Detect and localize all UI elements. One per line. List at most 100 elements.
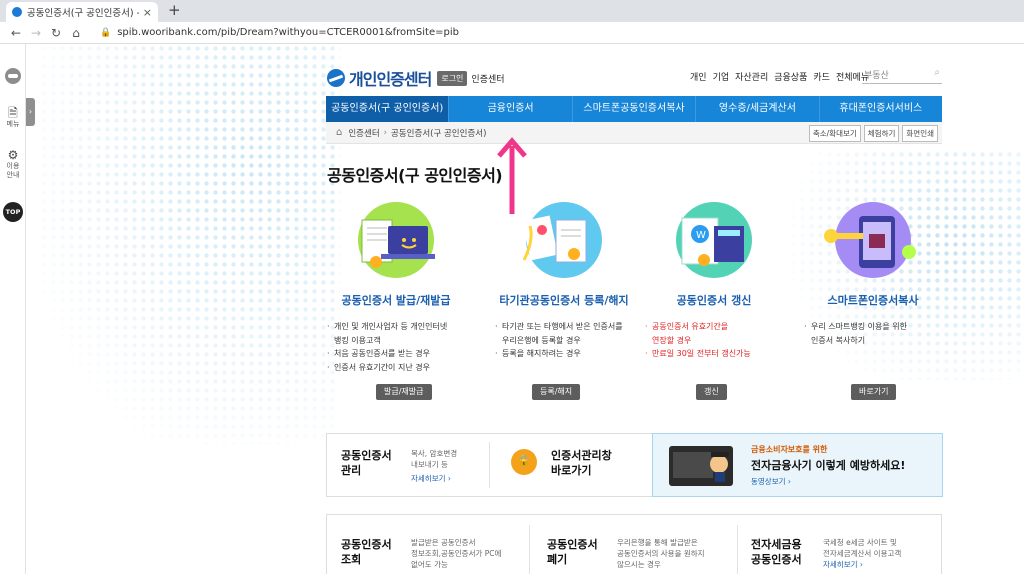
demo-button[interactable]: 체험하기 — [863, 125, 900, 142]
revoke-title-1: 공동인증서 — [547, 538, 598, 551]
lookup-desc-2: 정보조회,공동인증서가 PC에 — [411, 549, 502, 558]
search-placeholder: 부동산 — [864, 71, 889, 81]
certificate-window-link[interactable]: 인증서관리창 바로가기 — [551, 448, 612, 510]
print-button[interactable]: 화면인쇄 — [902, 125, 938, 142]
breadcrumb-root[interactable]: 인증센터 — [348, 127, 379, 139]
certificate-renew-icon: W — [676, 202, 752, 278]
revoke-desc-3: 않으시는 경우 — [617, 560, 661, 569]
menu-joint-certificate[interactable]: 공동인증서(구 공인인증서) — [326, 96, 450, 122]
tax-desc-1: 국세청 e세금 사이트 및 — [823, 538, 897, 547]
service-issue-list: 개인 및 개인사업자 등 개인인터넷 뱅킹 이용고객 처음 공동인증서를 받는 … — [326, 320, 466, 374]
lock-icon[interactable]: 🔒 — [100, 28, 111, 38]
manage-section[interactable]: 공동인증서 관리 — [341, 448, 392, 510]
menu-mobile-certificate[interactable]: 휴대폰인증서서비스 — [820, 96, 942, 122]
divider — [737, 525, 738, 574]
service-issue-title[interactable]: 공동인증서 발급/재발급 — [326, 292, 466, 308]
home-icon[interactable]: ⌂ — [66, 26, 86, 40]
revoke-title-2: 폐기 — [547, 553, 568, 566]
register-button[interactable]: 등록/해지 — [532, 384, 581, 400]
tax-section[interactable]: 전자세금용 공동인증서 — [751, 537, 802, 567]
rail-menu-label: 메뉴 — [6, 120, 20, 128]
manage-title-2: 관리 — [341, 464, 362, 477]
lookup-desc-1: 발급받은 공동인증서 — [411, 538, 476, 547]
revoke-desc-2: 공동인증서의 사용을 원하지 — [617, 549, 705, 558]
breadcrumb-tools: 축소/확대보기 체험하기 화면인쇄 — [808, 125, 938, 142]
lookup-title-1: 공동인증서 — [341, 538, 392, 551]
site-favicon-icon — [12, 7, 22, 17]
svg-text:W: W — [696, 230, 706, 241]
manage-desc-2: 내보내기 등 — [411, 460, 448, 469]
browser-tab[interactable]: 공동인증서(구 공인인증서) - 우 × — [6, 2, 158, 22]
list-item: 연장할 경우 — [652, 335, 692, 345]
issue-button[interactable]: 발급/재발급 — [376, 384, 432, 400]
tab-title: 공동인증서(구 공인인증서) - 우 — [27, 8, 139, 19]
revoke-desc: 우리은행을 통해 발급받은 공동인증서의 사용을 원하지 않으시는 경우 — [617, 537, 705, 570]
more-services-box: 공동인증서 조회 발급받은 공동인증서 정보조회,공동인증서가 PC에 없어도 … — [326, 514, 942, 574]
quick-rail: 🗎 메뉴 ⚙ 이용 안내 TOP — [0, 44, 26, 574]
watch-video-link[interactable]: 동영상보기 › — [751, 476, 905, 487]
lookup-section[interactable]: 공동인증서 조회 — [341, 537, 392, 567]
rail-guide[interactable]: ⚙ 이용 안내 — [0, 148, 26, 180]
manage-detail-link[interactable]: 자세히보기 › — [411, 473, 457, 484]
address-bar: ← → ↻ ⌂ 🔒 spib.wooribank.com/pib/Dream?w… — [0, 22, 1024, 44]
certificate-laptop-icon — [358, 202, 435, 278]
new-tab-button[interactable]: + — [168, 1, 181, 19]
reload-icon[interactable]: ↻ — [46, 26, 66, 40]
service-smartphone-title[interactable]: 스마트폰인증서복사 — [803, 292, 943, 308]
menu-smartphone-copy[interactable]: 스마트폰공동인증서복사 — [573, 96, 697, 122]
woori-logo-icon[interactable] — [5, 68, 21, 84]
breadcrumb-current: 공동인증서(구 공인인증서) — [391, 128, 487, 139]
tax-title: 전자세금용 공동인증서 — [751, 537, 802, 567]
lookup-title: 공동인증서 조회 — [341, 537, 392, 567]
zoom-button[interactable]: 축소/확대보기 — [808, 125, 861, 142]
back-arrow-icon[interactable]: ← — [6, 26, 26, 40]
divider — [489, 442, 490, 488]
certificate-register-icon — [522, 202, 602, 278]
login-button[interactable]: 로그인 — [437, 70, 468, 86]
tab-close-icon[interactable]: × — [143, 6, 152, 19]
url-field[interactable]: spib.wooribank.com/pib/Dream?withyou=CTC… — [117, 27, 459, 38]
gnb-business[interactable]: 기업 — [713, 70, 730, 83]
gnb-personal[interactable]: 개인 — [690, 70, 707, 83]
browser-tabbar: 공동인증서(구 공인인증서) - 우 × + — [0, 0, 1024, 22]
rail-guide-label-2: 안내 — [6, 171, 20, 179]
rail-collapse-handle[interactable]: › — [26, 98, 35, 126]
revoke-section[interactable]: 공동인증서 폐기 — [547, 537, 598, 567]
site-logo[interactable]: 개인인증센터 로그인 인증센터 — [327, 66, 505, 90]
breadcrumb: ⌂ 인증센터 › 공동인증서(구 공인인증서) 축소/확대보기 체험하기 화면인… — [326, 122, 942, 144]
service-issue: 공동인증서 발급/재발급 개인 및 개인사업자 등 개인인터넷 뱅킹 이용고객 … — [326, 200, 466, 400]
center-label[interactable]: 인증센터 — [471, 72, 504, 85]
tax-desc-2: 전자세금계산서 이용고객 — [823, 549, 902, 558]
home-icon[interactable]: ⌂ — [336, 127, 342, 138]
woori-brand-icon — [327, 69, 345, 87]
gnb-products[interactable]: 금융상품 — [774, 70, 807, 83]
scroll-top-button[interactable]: TOP — [3, 202, 23, 222]
decorative-dots-left — [40, 44, 340, 444]
menu-receipt-tax[interactable]: 영수증/세금계산서 — [696, 96, 820, 122]
smartphone-button[interactable]: 바로가기 — [851, 384, 897, 400]
logo-text: 개인인증센터 — [349, 70, 432, 89]
service-renew: W 공동인증서 갱신 공동인증서 유효기간을 연장할 경우 만료일 30일 전부… — [644, 200, 784, 400]
service-renew-title[interactable]: 공동인증서 갱신 — [644, 292, 784, 308]
service-register-title[interactable]: 타기관공동인증서 등록/해지 — [494, 292, 634, 308]
video-thumbnail-icon — [669, 446, 733, 486]
service-renew-list: 공동인증서 유효기간을 연장할 경우 만료일 30일 전부터 갱신가능 — [644, 320, 784, 361]
fraud-prevention-banner[interactable]: 금융소비자보호를 위한 전자금융사기 이렇게 예방하세요! 동영상보기 › — [652, 433, 943, 497]
window-title: 인증서관리창 바로가기 — [551, 448, 612, 478]
search-input[interactable]: 부동산 ⌕ — [862, 64, 942, 84]
lookup-desc: 발급받은 공동인증서 정보조회,공동인증서가 PC에 없어도 가능 — [411, 537, 501, 570]
menu-financial-certificate[interactable]: 금융인증서 — [449, 96, 573, 122]
revoke-title: 공동인증서 폐기 — [547, 537, 598, 567]
gnb-asset[interactable]: 자산관리 — [735, 70, 768, 83]
search-icon[interactable]: ⌕ — [934, 67, 940, 78]
tax-desc: 국세청 e세금 사이트 및 전자세금계산서 이용고객 자세히보기 › — [823, 537, 901, 570]
forward-arrow-icon[interactable]: → — [26, 26, 46, 40]
gnb-card[interactable]: 카드 — [813, 70, 830, 83]
tax-detail-link[interactable]: 자세히보기 › — [823, 559, 901, 570]
rail-menu[interactable]: 🗎 메뉴 — [0, 106, 26, 129]
service-smartphone-list: 우리 스마트뱅킹 이용을 위한 인증서 복사하기 — [803, 320, 943, 347]
window-title-2: 바로가기 — [551, 464, 592, 477]
lookup-title-2: 조회 — [341, 553, 362, 566]
renew-button[interactable]: 갱신 — [696, 384, 727, 400]
list-item: 타기관 또는 타행에서 받은 인증서를 — [494, 320, 634, 334]
